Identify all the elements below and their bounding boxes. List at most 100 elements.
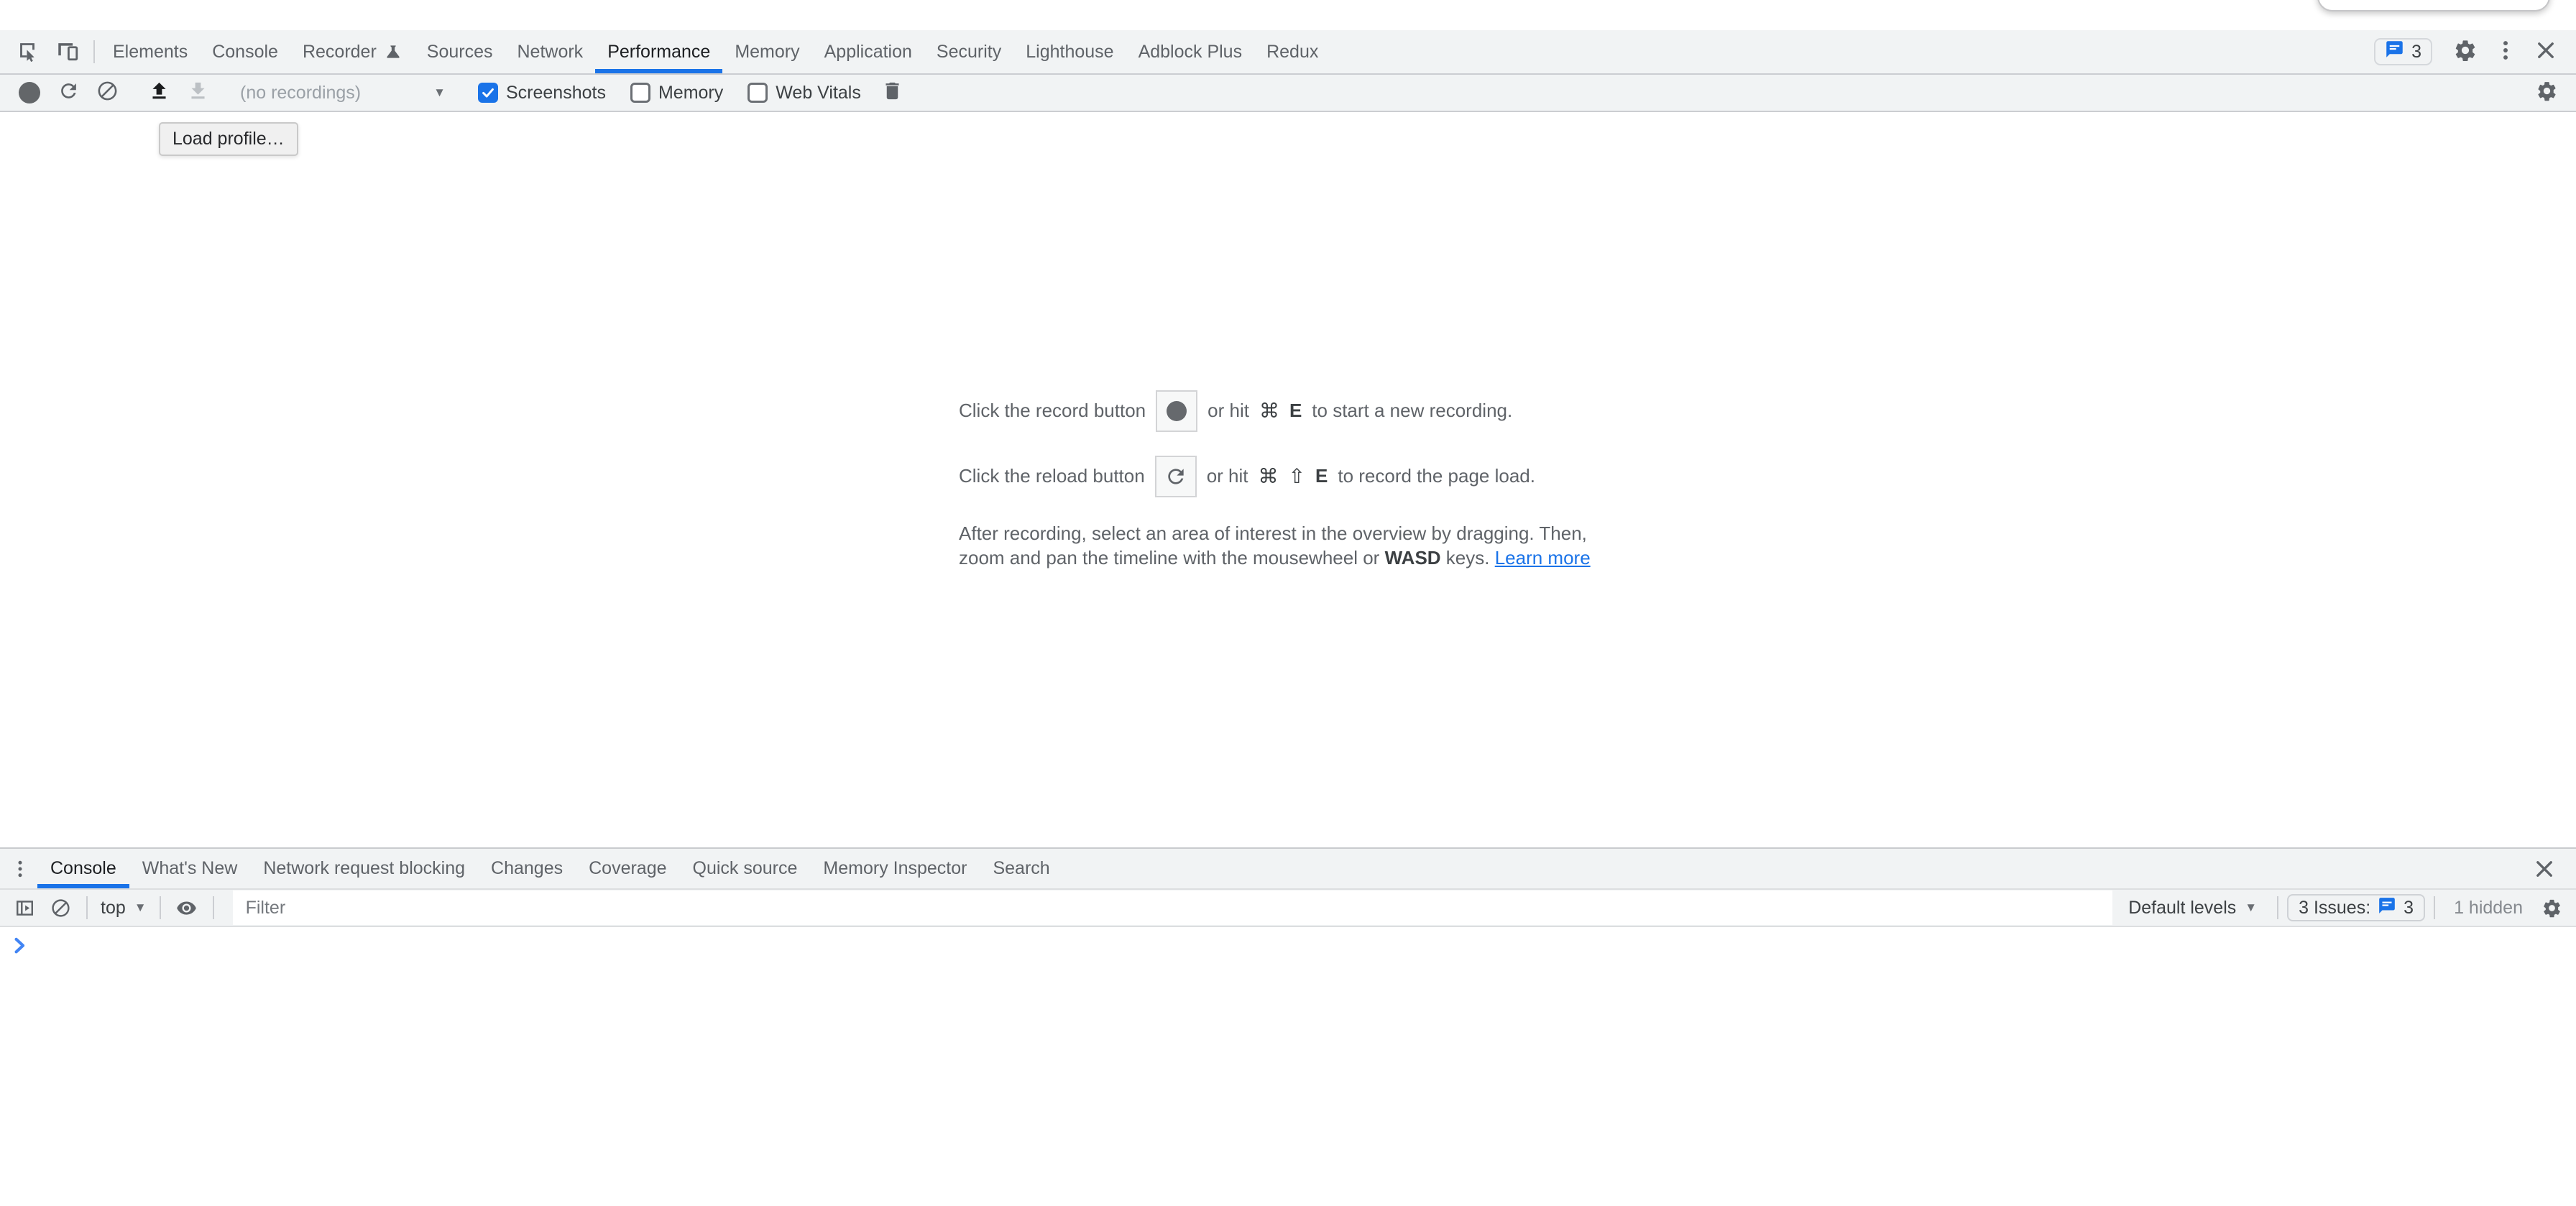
screenshots-checkbox[interactable]: Screenshots — [466, 83, 618, 103]
more-options-button[interactable] — [2485, 38, 2526, 66]
device-toolbar-button[interactable] — [47, 30, 88, 73]
drawer-tab-quick-source[interactable]: Quick source — [680, 849, 811, 888]
tab-label: Elements — [113, 42, 188, 63]
console-sidebar-toggle-button[interactable] — [7, 892, 42, 924]
tabbar-separator — [93, 40, 95, 63]
tab-recorder[interactable]: Recorder — [290, 30, 415, 73]
log-levels-select[interactable]: Default levels ▼ — [2117, 898, 2268, 919]
web-vitals-checkbox[interactable]: Web Vitals — [735, 83, 873, 103]
toolbar-separator — [213, 896, 214, 919]
device-toolbar-icon — [55, 38, 80, 66]
gear-icon — [2453, 38, 2478, 66]
console-toolbar: top ▼ Default levels ▼ 3 Issues: 3 1 hid… — [0, 890, 2576, 927]
sidebar-toggle-icon — [14, 898, 35, 919]
close-devtools-button[interactable] — [2526, 38, 2566, 66]
tab-network[interactable]: Network — [505, 30, 596, 73]
console-messages-area[interactable] — [0, 927, 2576, 1206]
save-profile-button[interactable] — [178, 77, 217, 109]
inspect-element-button[interactable] — [7, 30, 47, 73]
upload-icon — [148, 80, 170, 106]
chat-bubble-icon — [2378, 896, 2396, 920]
performance-toolbar: (no recordings) ▼ Screenshots Memory Web… — [0, 75, 2576, 112]
clear-console-button[interactable] — [43, 892, 78, 924]
drawer-tab-changes[interactable]: Changes — [478, 849, 576, 888]
tip-text: keys. — [1441, 547, 1495, 569]
chevron-down-icon: ▼ — [2245, 901, 2257, 915]
tab-redux[interactable]: Redux — [1254, 30, 1330, 73]
console-prompt-chevron[interactable] — [9, 934, 30, 956]
tab-console[interactable]: Console — [200, 30, 290, 73]
tab-sources[interactable]: Sources — [415, 30, 505, 73]
tab-application[interactable]: Application — [812, 30, 924, 73]
checkbox-label: Screenshots — [506, 83, 606, 103]
tab-label: Lighthouse — [1026, 42, 1113, 63]
tab-label: Memory — [735, 42, 799, 63]
create-live-expression-button[interactable] — [170, 892, 204, 924]
drawer-tab-label: Memory Inspector — [823, 858, 967, 879]
drawer-tab-console[interactable]: Console — [37, 849, 129, 888]
download-icon — [187, 80, 209, 106]
learn-more-link[interactable]: Learn more — [1495, 547, 1591, 569]
tab-label: Network — [518, 42, 584, 63]
console-settings-button[interactable] — [2534, 892, 2569, 924]
record-instruction-text: or hit — [1208, 400, 1249, 422]
settings-button[interactable] — [2445, 38, 2485, 66]
tab-memory[interactable]: Memory — [722, 30, 811, 73]
drawer-tab-memory-inspector[interactable]: Memory Inspector — [810, 849, 980, 888]
tab-adblock-plus[interactable]: Adblock Plus — [1126, 30, 1255, 73]
tab-security[interactable]: Security — [924, 30, 1013, 73]
capture-settings-button[interactable] — [2527, 77, 2566, 109]
reload-instruction-text: to record the page load. — [1338, 465, 1535, 487]
drawer-tab-search[interactable]: Search — [980, 849, 1062, 888]
browser-popup-fragment — [2317, 0, 2550, 11]
wasd-keys-text: WASD — [1385, 547, 1441, 569]
console-issues-button[interactable]: 3 Issues: 3 — [2287, 894, 2425, 921]
reload-and-record-button[interactable] — [49, 77, 88, 109]
javascript-context-select[interactable]: top ▼ — [96, 898, 151, 919]
tip-paragraph: After recording, select an area of inter… — [959, 521, 1617, 570]
command-key-glyph: ⌘ — [1259, 399, 1279, 423]
shift-key-glyph: ⇧ — [1289, 464, 1305, 488]
record-icon — [1167, 401, 1187, 421]
record-instruction-line: Click the record button or hit ⌘ E to st… — [959, 390, 1617, 432]
reload-demo-button — [1155, 456, 1197, 497]
empty-state-instructions: Click the record button or hit ⌘ E to st… — [959, 390, 1617, 570]
collect-garbage-button[interactable] — [873, 77, 912, 109]
close-drawer-button[interactable] — [2524, 857, 2564, 881]
eye-icon — [176, 898, 197, 919]
issues-button[interactable]: 3 — [2374, 38, 2432, 65]
tab-elements[interactable]: Elements — [101, 30, 200, 73]
checkbox-label: Memory — [658, 83, 723, 103]
tab-label: Recorder — [303, 42, 377, 63]
issues-label: 3 Issues: — [2299, 898, 2370, 919]
console-filter-input[interactable] — [233, 890, 2113, 925]
chat-bubble-icon — [2385, 40, 2404, 64]
record-button[interactable] — [10, 77, 49, 109]
tab-lighthouse[interactable]: Lighthouse — [1013, 30, 1126, 73]
devtools-tabbar: Elements Console Recorder Sources Networ… — [0, 30, 2576, 75]
command-key-glyph: ⌘ — [1259, 464, 1279, 488]
drawer-tab-label: What's New — [142, 858, 238, 879]
recordings-select[interactable]: (no recordings) ▼ — [230, 83, 453, 103]
drawer-tab-coverage[interactable]: Coverage — [576, 849, 679, 888]
clear-recordings-button[interactable] — [88, 77, 126, 109]
drawer-tab-network-request-blocking[interactable]: Network request blocking — [250, 849, 478, 888]
reload-instruction-text: Click the reload button — [959, 465, 1145, 487]
tab-label: Sources — [427, 42, 493, 63]
drawer-more-tools-button[interactable] — [3, 849, 37, 888]
load-profile-button[interactable] — [139, 77, 178, 109]
drawer-tab-label: Search — [993, 858, 1049, 879]
browser-strip — [0, 0, 2576, 30]
checkbox-unchecked-icon — [630, 83, 650, 103]
record-instruction-text: to start a new recording. — [1312, 400, 1512, 422]
toolbar-separator — [160, 896, 161, 919]
checkbox-unchecked-icon — [748, 83, 768, 103]
tab-performance[interactable]: Performance — [595, 30, 722, 73]
reload-icon — [58, 80, 80, 106]
tab-label: Adblock Plus — [1138, 42, 1243, 63]
reload-icon — [1164, 465, 1187, 488]
memory-checkbox[interactable]: Memory — [618, 83, 735, 103]
checkbox-checked-icon — [478, 83, 498, 103]
chevron-down-icon: ▼ — [134, 901, 147, 915]
drawer-tab-whats-new[interactable]: What's New — [129, 849, 251, 888]
